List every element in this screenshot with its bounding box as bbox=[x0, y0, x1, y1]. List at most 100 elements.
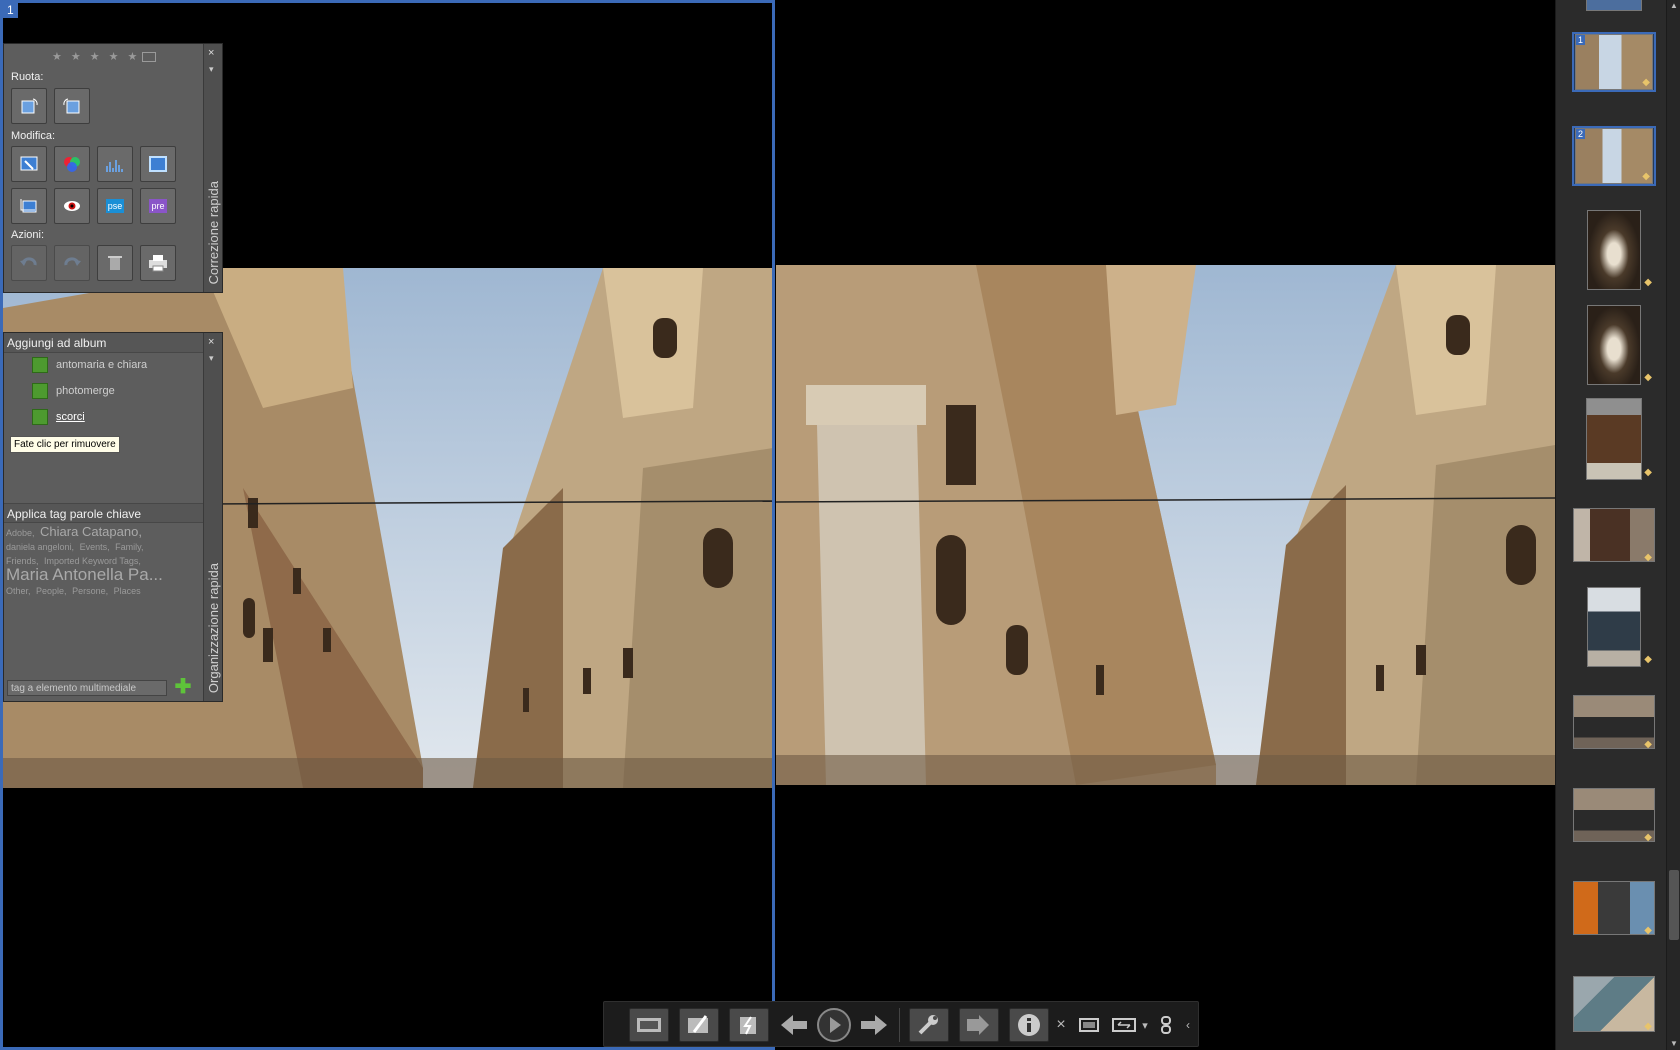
album-icon bbox=[32, 383, 48, 399]
viewer-pane-2[interactable] bbox=[776, 0, 1555, 1050]
thumbnail[interactable]: ◆ bbox=[1572, 974, 1656, 1034]
tag-icon: ◆ bbox=[1644, 739, 1652, 750]
premiere-elements-button[interactable]: pre bbox=[140, 188, 176, 224]
thumbnail[interactable]: ◆ bbox=[1572, 587, 1656, 667]
keyword-tag[interactable]: daniela angeloni, bbox=[6, 542, 74, 552]
play-button[interactable] bbox=[814, 1008, 854, 1042]
quick-organize-icon bbox=[740, 1016, 756, 1035]
keyword-tag[interactable]: Family, bbox=[115, 542, 143, 552]
film-strip[interactable]: 1 ◆ 2 ◆ ◆ ◆ ◆ ◆ ◆ ◆ ◆ ◆ ◆ ▲ ▼ bbox=[1555, 0, 1680, 1050]
info-icon bbox=[1018, 1014, 1040, 1036]
scroll-up-icon[interactable]: ▲ bbox=[1667, 0, 1680, 12]
thumbnail[interactable]: ◆ bbox=[1572, 305, 1656, 385]
viewer-number-badge: 1 bbox=[3, 3, 18, 18]
close-icon[interactable]: × bbox=[208, 48, 214, 59]
quick-organize-side-tab: × ▾ Organizzazione rapida bbox=[203, 333, 222, 701]
tools-button[interactable] bbox=[909, 1008, 949, 1042]
film-strip-icon bbox=[637, 1018, 661, 1032]
info-button[interactable] bbox=[1009, 1008, 1049, 1042]
scroll-down-icon[interactable]: ▼ bbox=[1667, 1038, 1680, 1050]
keyword-tag[interactable]: Adobe, bbox=[6, 528, 35, 538]
thumbnail[interactable]: ◆ bbox=[1572, 505, 1656, 565]
undo-icon bbox=[20, 257, 37, 266]
thumbnail[interactable]: ◆ bbox=[1572, 398, 1656, 480]
crop-button[interactable] bbox=[11, 188, 47, 224]
thumbnail[interactable]: ◆ bbox=[1572, 785, 1656, 845]
tag-icon: ◆ bbox=[1644, 654, 1652, 665]
album-item[interactable]: antomaria e chiara bbox=[32, 355, 147, 375]
levels-button[interactable] bbox=[97, 146, 133, 182]
rating-stars[interactable]: ★★★★★ bbox=[52, 50, 157, 63]
quick-fix-icon bbox=[688, 1015, 708, 1033]
rotate-right-button[interactable] bbox=[54, 88, 90, 124]
keyword-tag[interactable]: Events, bbox=[80, 542, 110, 552]
thumbnail-image bbox=[1573, 976, 1655, 1032]
smart-fix-button[interactable] bbox=[11, 146, 47, 182]
histogram-icon bbox=[106, 160, 123, 172]
thumbnail-image bbox=[1575, 128, 1653, 184]
thumbnail-image bbox=[1587, 305, 1641, 385]
album-item[interactable]: photomerge bbox=[32, 381, 115, 401]
tag-input[interactable]: tag a elemento multimediale bbox=[7, 680, 167, 696]
tag-icon: ◆ bbox=[1644, 552, 1652, 563]
pin-icon[interactable]: ▾ bbox=[209, 64, 214, 75]
scrollbar-thumb[interactable] bbox=[1669, 870, 1679, 940]
thumbnail-image bbox=[1586, 398, 1642, 480]
thumbnail[interactable]: 2 ◆ bbox=[1572, 126, 1656, 186]
thumbnail[interactable] bbox=[1572, 0, 1656, 11]
rotate-right-icon bbox=[63, 98, 80, 114]
single-view-button[interactable] bbox=[1074, 1008, 1104, 1042]
delete-button[interactable] bbox=[97, 245, 133, 281]
view-dropdown-icon[interactable]: ▾ bbox=[1139, 1008, 1151, 1042]
viewer-toolbar: × ▾ ‹ bbox=[603, 1001, 1199, 1047]
frame-icon bbox=[149, 156, 167, 172]
keyword-tag[interactable]: Other, bbox=[6, 586, 31, 596]
pin-icon[interactable]: ▾ bbox=[209, 353, 214, 364]
transition-button[interactable] bbox=[959, 1008, 999, 1042]
album-item[interactable]: scorci bbox=[32, 407, 85, 427]
rotate-label: Ruota: bbox=[11, 71, 44, 83]
film-strip-scrollbar[interactable]: ▲ ▼ bbox=[1666, 0, 1680, 1050]
keyword-tag[interactable]: Chiara Catapano, bbox=[40, 524, 142, 539]
tag-icon: ◆ bbox=[1644, 832, 1652, 843]
eye-icon bbox=[64, 201, 80, 211]
keyword-tag[interactable]: Maria Antonella Pa... bbox=[6, 565, 163, 584]
compare-view-button[interactable] bbox=[1109, 1008, 1139, 1042]
rotate-left-button[interactable] bbox=[11, 88, 47, 124]
sharpen-button[interactable] bbox=[140, 146, 176, 182]
arrow-right-icon bbox=[861, 1015, 887, 1035]
thumbnail[interactable]: 1 ◆ bbox=[1572, 32, 1656, 92]
viewer-pane-1[interactable]: 1 ★★★★★ Ruota: Modifica: pse pre Azioni:… bbox=[0, 0, 775, 1050]
previous-button[interactable] bbox=[774, 1008, 814, 1042]
transition-icon bbox=[967, 1015, 989, 1035]
thumbnail[interactable]: ◆ bbox=[1572, 210, 1656, 290]
red-eye-button[interactable] bbox=[54, 188, 90, 224]
clear-rating-icon[interactable] bbox=[142, 52, 157, 63]
sync-button[interactable] bbox=[1154, 1008, 1178, 1042]
quick-fix-toggle-button[interactable] bbox=[679, 1008, 719, 1042]
next-button[interactable] bbox=[854, 1008, 894, 1042]
add-tag-button[interactable]: ✚ bbox=[174, 677, 192, 697]
keyword-tag[interactable]: People, bbox=[36, 586, 67, 596]
quick-fix-title: Correzione rapida bbox=[206, 180, 221, 284]
tag-icon: ◆ bbox=[1642, 171, 1650, 182]
color-button[interactable] bbox=[54, 146, 90, 182]
print-button[interactable] bbox=[140, 245, 176, 281]
undo-button[interactable] bbox=[11, 245, 47, 281]
close-viewer-button[interactable]: × bbox=[1051, 1008, 1071, 1042]
smart-fix-icon bbox=[20, 156, 38, 171]
redo-button[interactable] bbox=[54, 245, 90, 281]
collapse-toolbar-icon[interactable]: ‹ bbox=[1182, 1008, 1194, 1042]
thumbnail[interactable]: ◆ bbox=[1572, 692, 1656, 752]
film-strip-toggle-button[interactable] bbox=[629, 1008, 669, 1042]
photoshop-elements-button[interactable]: pse bbox=[97, 188, 133, 224]
keyword-tag[interactable]: Persone, bbox=[72, 586, 108, 596]
quick-organize-toggle-button[interactable] bbox=[729, 1008, 769, 1042]
thumbnail[interactable]: ◆ bbox=[1572, 878, 1656, 938]
album-icon bbox=[32, 409, 48, 425]
album-header: Aggiungi ad album bbox=[4, 333, 204, 353]
keyword-tag[interactable]: Places bbox=[114, 586, 141, 596]
redo-icon bbox=[64, 257, 81, 266]
close-icon[interactable]: × bbox=[208, 337, 214, 348]
quick-fix-panel: ★★★★★ Ruota: Modifica: pse pre Azioni: ×… bbox=[3, 43, 223, 293]
